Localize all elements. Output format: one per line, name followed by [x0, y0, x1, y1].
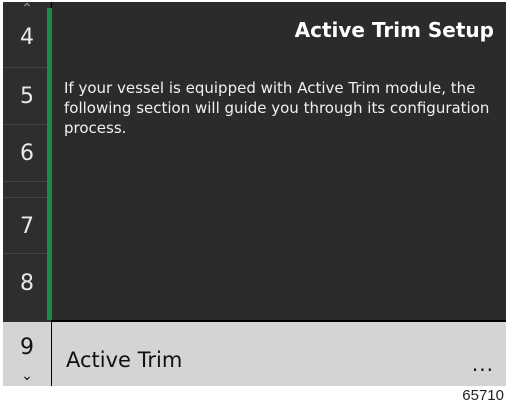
figure-number: 65710 [462, 387, 504, 404]
step-item-8[interactable]: 8 [3, 254, 51, 317]
description-text: If your vessel is equipped with Active T… [64, 79, 490, 137]
more-options-button[interactable]: ... [472, 352, 494, 376]
selection-label: Active Trim [66, 348, 183, 372]
step-item-5[interactable]: 5 [3, 68, 51, 125]
step-item-6[interactable]: 6 [3, 125, 51, 182]
page-title: Active Trim Setup [294, 18, 494, 42]
selection-bar[interactable]: Active Trim ... [52, 322, 506, 386]
chevron-down-icon[interactable]: ⌄ [3, 368, 51, 384]
step-item-4[interactable]: 4 [3, 8, 51, 68]
content-panel: Active Trim Setup If your vessel is equi… [52, 2, 506, 320]
step-item-7[interactable]: 7 [3, 197, 51, 254]
step-rail: ⌃ 4 5 6 7 8 9 ⌄ [3, 2, 51, 386]
device-screen: ⌃ 4 5 6 7 8 9 ⌄ Active Trim Setup If you… [3, 2, 506, 386]
